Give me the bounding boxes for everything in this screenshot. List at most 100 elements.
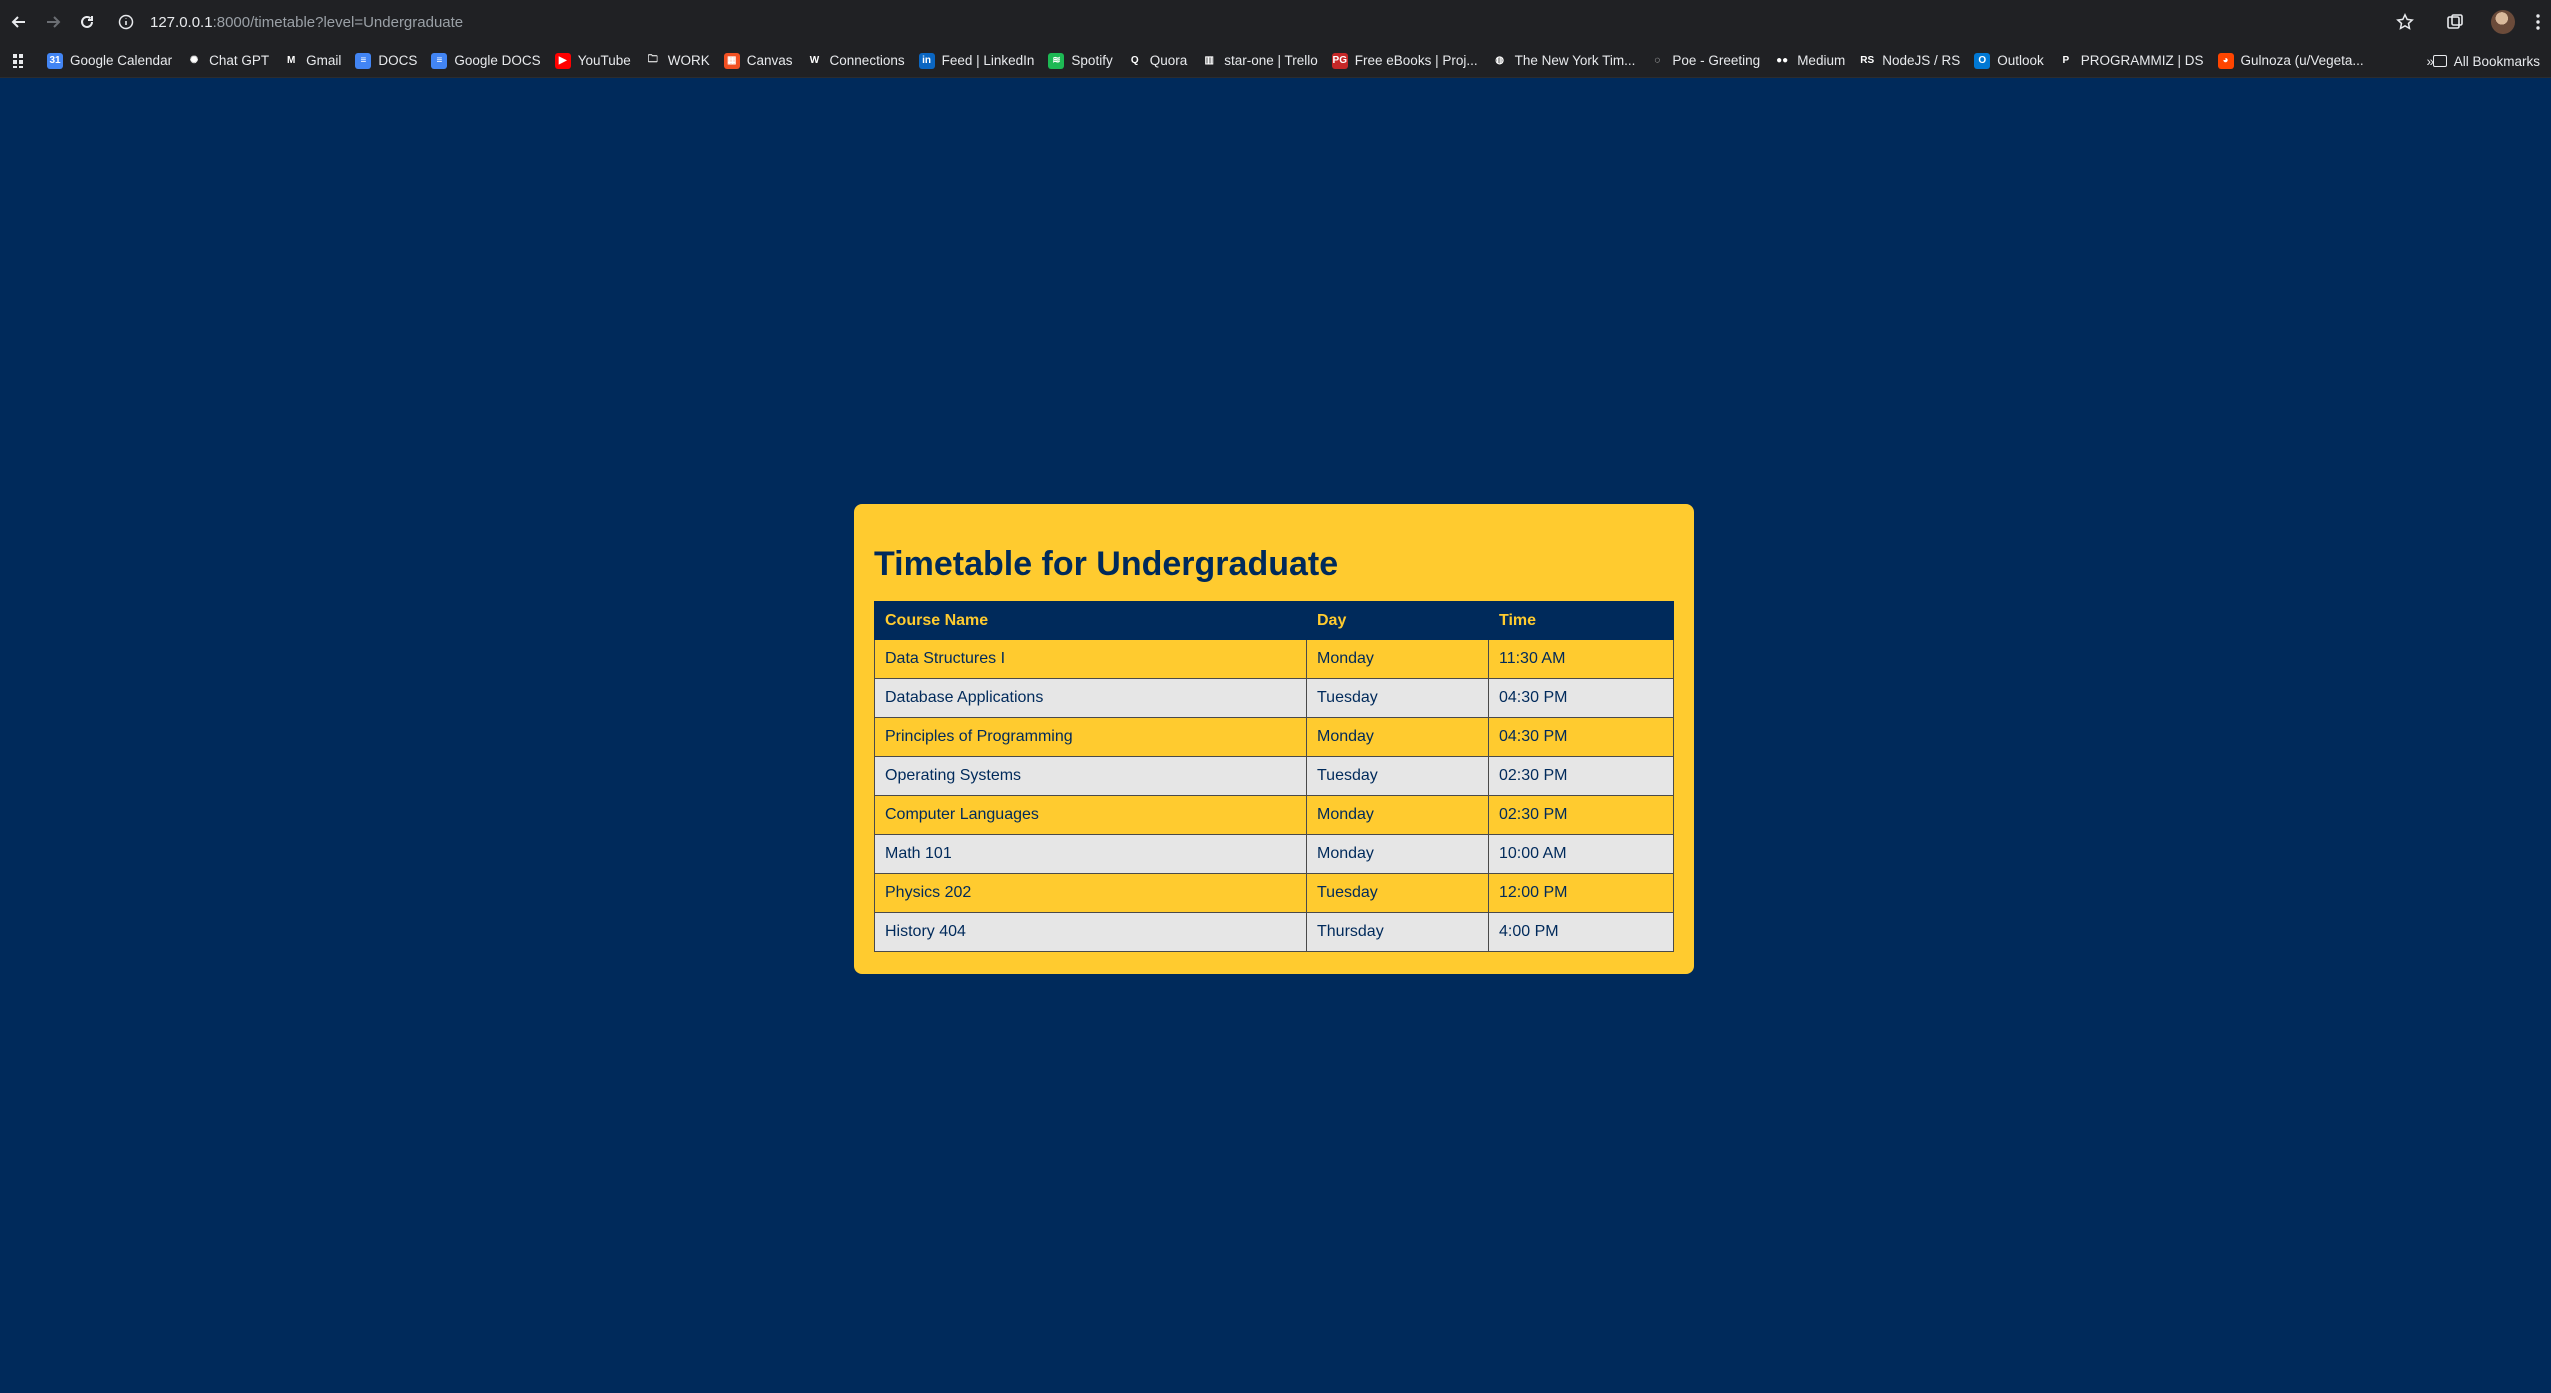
bookmark-item[interactable]: PG Free eBooks | Proj... [1325, 47, 1485, 75]
bookmark-item[interactable]: in Feed | LinkedIn [912, 47, 1042, 75]
bookmark-label: Connections [829, 53, 905, 68]
day-cell: Monday [1306, 717, 1489, 757]
bookmark-item[interactable]: 🗀 WORK [638, 47, 717, 75]
time-cell: 02:30 PM [1488, 795, 1674, 835]
globe-icon: ◍ [1491, 52, 1508, 69]
bookmark-label: Medium [1797, 53, 1846, 68]
bookmark-item[interactable]: 31 Google Calendar [40, 47, 179, 75]
reload-icon [81, 15, 93, 28]
bookmark-item[interactable]: RS NodeJS / RS [1852, 47, 1967, 75]
ebook-icon: PG [1331, 52, 1348, 69]
bookmark-label: Canvas [746, 53, 793, 68]
trello-icon: ▥ [1201, 52, 1218, 69]
bookmark-item[interactable]: ≡ DOCS [348, 47, 424, 75]
table-row: History 404 Thursday 4:00 PM [874, 912, 1674, 952]
bookmark-label: Poe - Greeting [1672, 53, 1761, 68]
course-name-cell: History 404 [874, 912, 1307, 952]
calendar-icon: 31 [47, 52, 63, 69]
table-row: Computer Languages Monday 02:30 PM [874, 795, 1674, 835]
time-cell: 10:00 AM [1488, 834, 1674, 874]
bookmark-label: NodeJS / RS [1882, 53, 1961, 68]
day-cell: Monday [1306, 834, 1489, 874]
bookmark-item[interactable]: ◕ Gulnoza (u/Vegeta... [2211, 47, 2371, 75]
day-cell: Monday [1306, 639, 1489, 679]
column-header-course: Course Name [874, 601, 1307, 640]
bookmark-item[interactable]: Q Quora [1120, 47, 1195, 75]
forward-button[interactable] [36, 5, 70, 39]
bookmark-label: Quora [1149, 53, 1188, 68]
course-name-cell: Database Applications [874, 678, 1307, 718]
bookmark-item[interactable]: ◍ The New York Tim... [1485, 47, 1643, 75]
all-bookmarks-label: All Bookmarks [2453, 53, 2540, 69]
time-cell: 04:30 PM [1488, 678, 1674, 718]
arrow-left-icon [11, 16, 25, 28]
reload-button[interactable] [70, 5, 104, 39]
openai-icon: ✺ [186, 52, 203, 69]
arrow-right-icon [47, 16, 61, 28]
all-bookmarks-button[interactable]: All Bookmarks [2426, 47, 2547, 75]
course-name-cell: Math 101 [874, 834, 1307, 874]
table-row: Data Structures I Monday 11:30 AM [874, 639, 1674, 679]
bookmark-label: Chat GPT [209, 53, 270, 68]
apps-grid-icon[interactable] [0, 47, 40, 75]
bookmark-label: Outlook [1997, 53, 2044, 68]
quora-icon: Q [1126, 52, 1143, 69]
bookmark-item[interactable]: ▶ YouTube [548, 47, 638, 75]
outlook-icon: O [1974, 52, 1991, 69]
bookmark-item[interactable]: M Gmail [276, 47, 348, 75]
bookmark-item[interactable]: ▦ Canvas [717, 47, 800, 75]
bookmark-item[interactable]: ≡ Google DOCS [424, 47, 547, 75]
site-info-icon[interactable] [112, 8, 140, 36]
extensions-icon[interactable] [2433, 0, 2477, 44]
url-path: :8000/timetable?level=Undergraduate [212, 13, 464, 31]
bookmark-label: PROGRAMMIZ | DS [2080, 53, 2204, 68]
programiz-icon: P [2057, 52, 2074, 69]
linkedin-icon: in [918, 52, 935, 69]
table-row: Math 101 Monday 10:00 AM [874, 834, 1674, 874]
bookmark-label: DOCS [378, 53, 418, 68]
bookmark-item[interactable]: ●● Medium [1767, 47, 1852, 75]
time-cell: 12:00 PM [1488, 873, 1674, 913]
timetable-table: Course Name Day Time Data Structures I Mo… [874, 601, 1674, 952]
bookmark-item[interactable]: ▥ star-one | Trello [1194, 47, 1325, 75]
bookmark-label: Gulnoza (u/Vegeta... [2240, 53, 2364, 68]
poe-icon: ◌ [1649, 52, 1666, 69]
bookmark-item[interactable]: O Outlook [1967, 47, 2051, 75]
time-cell: 02:30 PM [1488, 756, 1674, 796]
profile-avatar[interactable] [2481, 0, 2525, 44]
day-cell: Tuesday [1306, 678, 1489, 718]
bookmark-item[interactable]: W Connections [800, 47, 912, 75]
bookmark-label: star-one | Trello [1224, 53, 1318, 68]
course-name-cell: Principles of Programming [874, 717, 1307, 757]
bookmark-label: Feed | LinkedIn [941, 53, 1035, 68]
back-button[interactable] [2, 5, 36, 39]
course-name-cell: Data Structures I [874, 639, 1307, 679]
course-name-cell: Computer Languages [874, 795, 1307, 835]
url-text[interactable]: 127.0.0.1:8000/timetable?level=Undergrad… [150, 14, 463, 31]
bookmark-label: Google Calendar [70, 53, 173, 68]
medium-icon: ●● [1774, 52, 1791, 69]
table-header-row: Course Name Day Time [874, 601, 1674, 640]
bookmark-label: Spotify [1071, 53, 1113, 68]
folder-icon [2432, 55, 2447, 67]
canvas-icon: ▦ [723, 52, 740, 69]
folder-icon: 🗀 [644, 52, 661, 69]
bookmark-star-icon[interactable] [2383, 0, 2427, 44]
connections-icon: W [806, 52, 823, 69]
course-name-cell: Operating Systems [874, 756, 1307, 796]
docs-icon: ≡ [431, 52, 448, 69]
bookmark-label: WORK [667, 53, 710, 68]
course-name-cell: Physics 202 [874, 873, 1307, 913]
bookmark-item[interactable]: ≋ Spotify [1041, 47, 1119, 75]
bookmark-item[interactable]: ◌ Poe - Greeting [1642, 47, 1767, 75]
address-bar[interactable]: 127.0.0.1:8000/timetable?level=Undergrad… [112, 4, 2412, 40]
menu-kebab-icon[interactable] [2525, 0, 2551, 44]
column-header-time: Time [1488, 601, 1674, 640]
bookmark-item[interactable]: ✺ Chat GPT [179, 47, 276, 75]
url-host: 127.0.0.1 [150, 13, 213, 31]
avatar [2491, 10, 2515, 34]
spotify-icon: ≋ [1048, 52, 1065, 69]
bookmark-list: 31 Google Calendar ✺ Chat GPT M Gmail ≡ DOCS ≡ Go… [40, 47, 2371, 75]
table-body: Data Structures I Monday 11:30 AM Database … [874, 639, 1674, 952]
bookmark-item[interactable]: P PROGRAMMIZ | DS [2051, 47, 2211, 75]
